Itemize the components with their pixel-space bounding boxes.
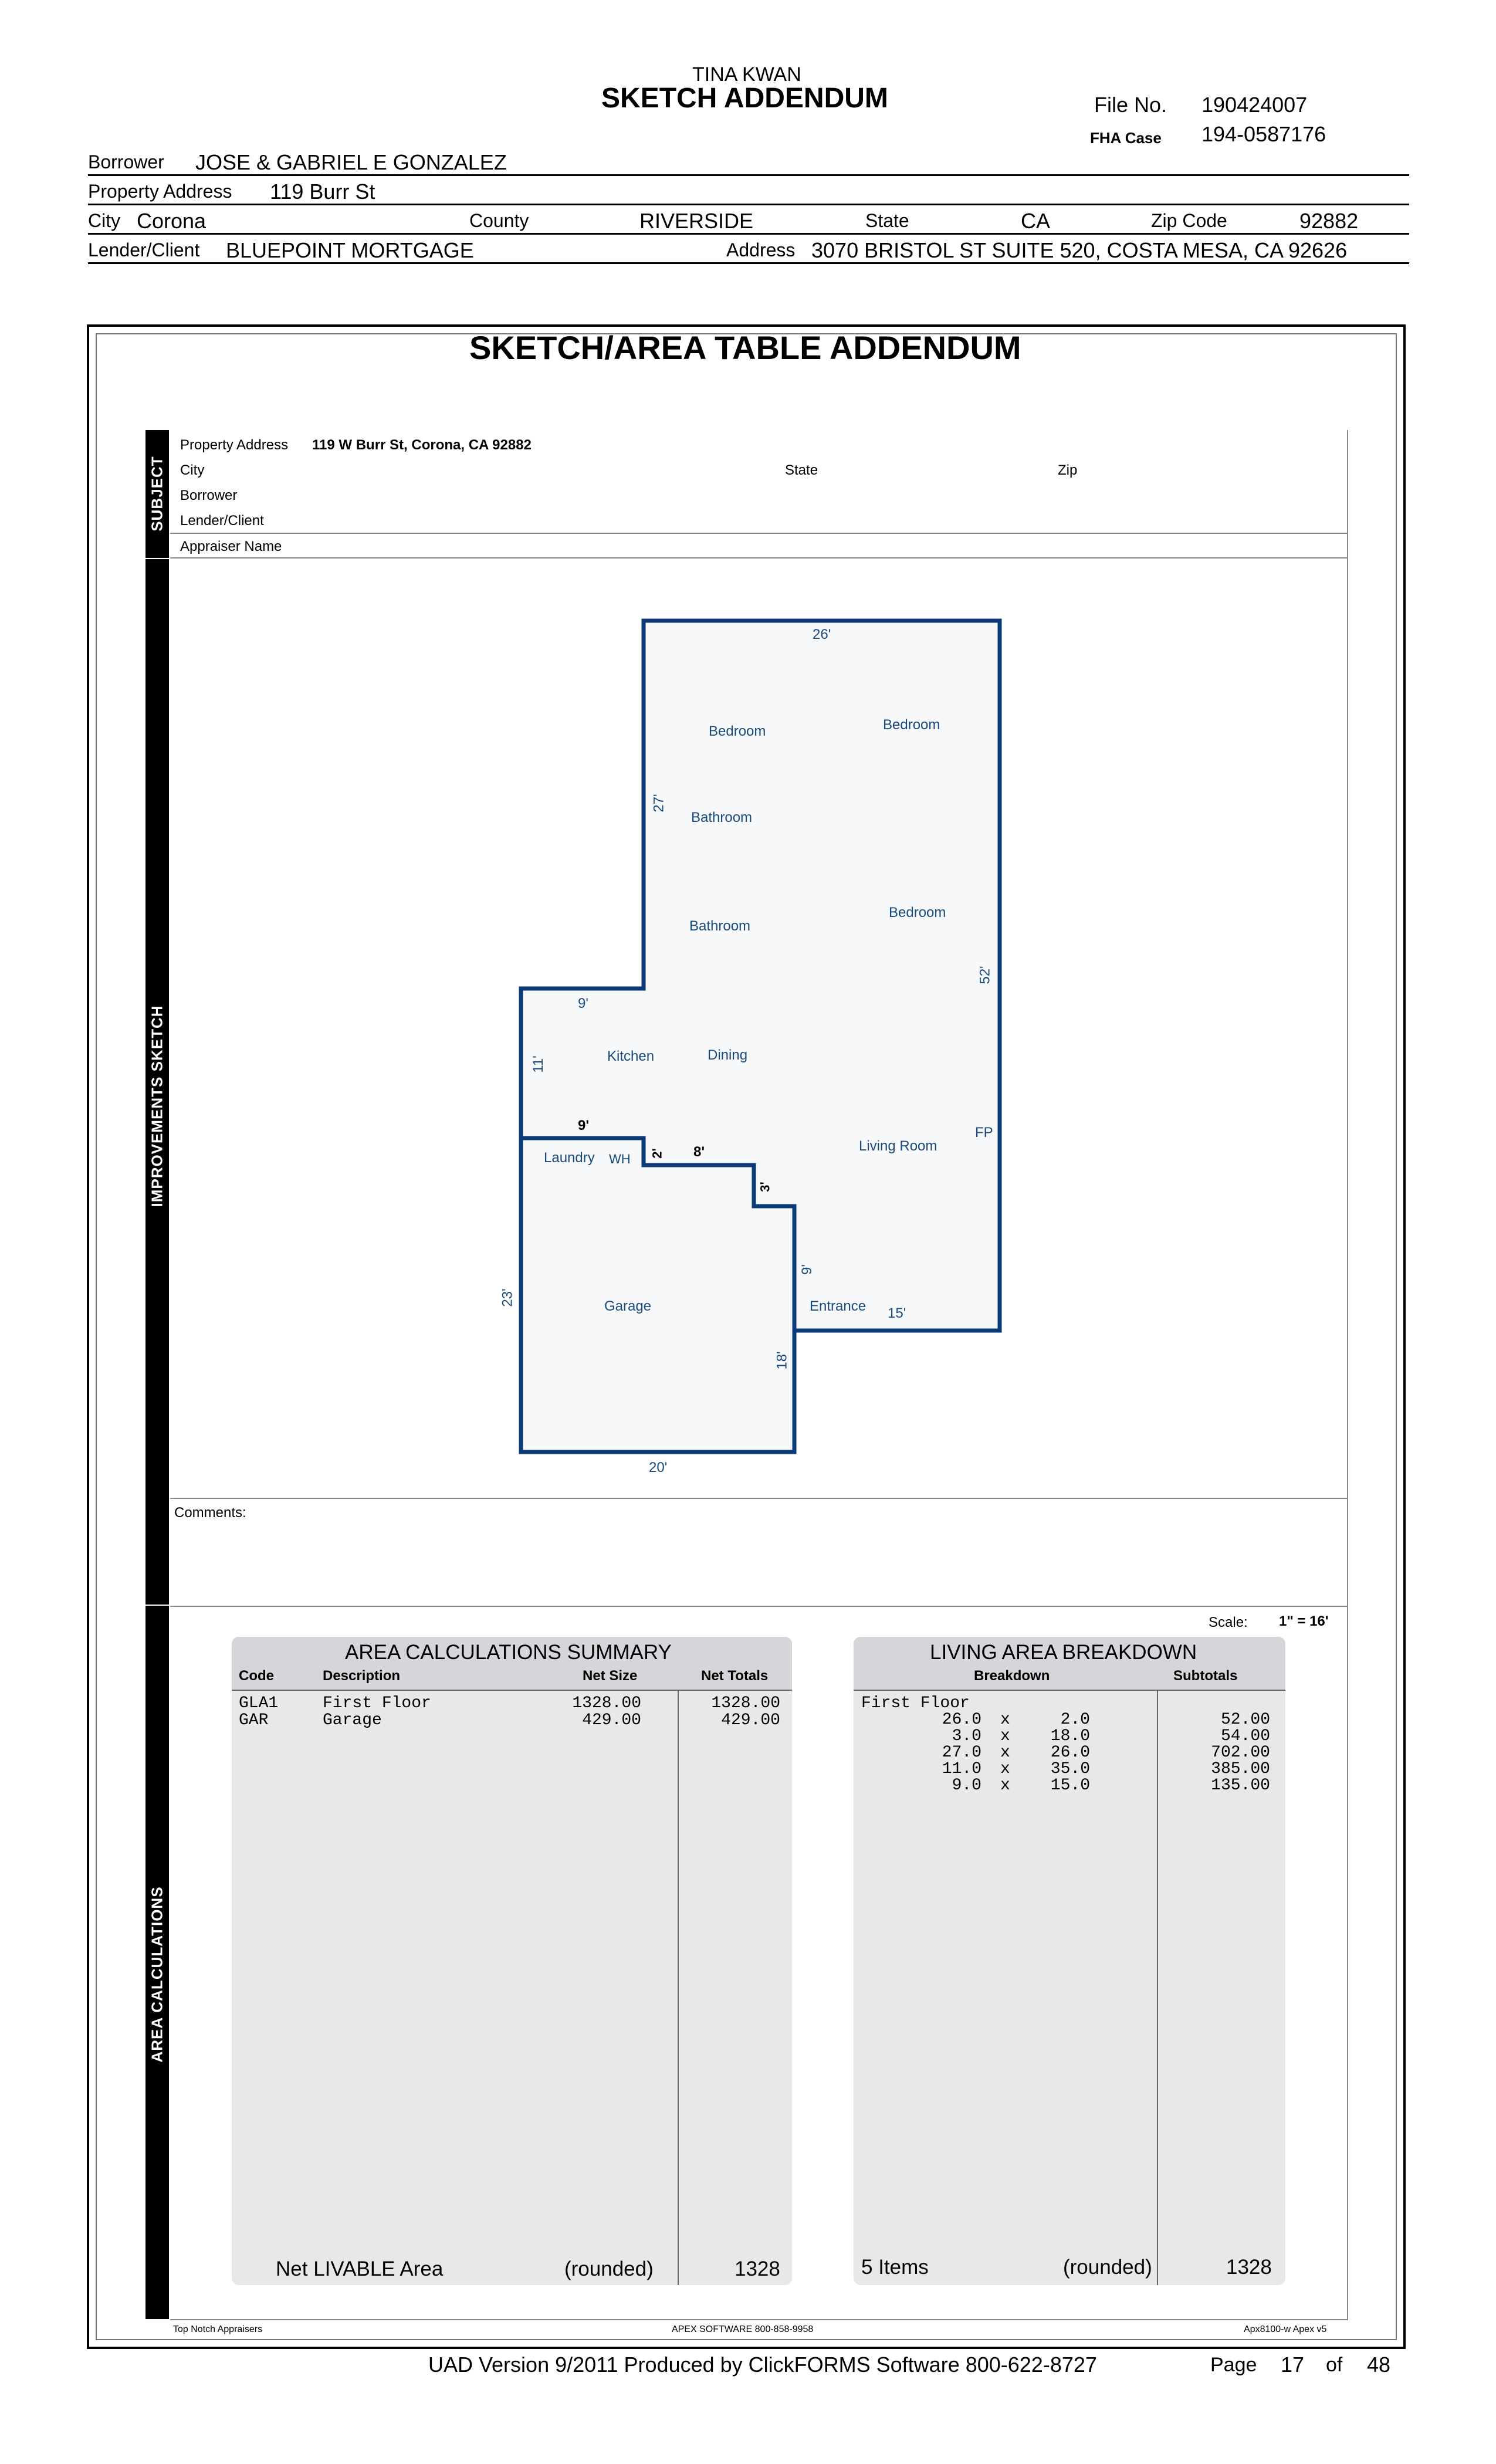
dim-label: 3' — [757, 1182, 773, 1192]
room-label-living-room: Living Room — [859, 1138, 937, 1154]
breakdown-subtotal: 52.00 — [1220, 1711, 1270, 1729]
breakdown-dim-a: 9.0 — [952, 1776, 981, 1795]
room-label-bathroom: Bathroom — [689, 918, 751, 934]
col-header-net-totals: Net Totals — [701, 1668, 769, 1684]
breakdown-dim-b: 35.0 — [1050, 1760, 1090, 1778]
breakdown-dim-b: 18.0 — [1050, 1727, 1090, 1745]
summary-row-code: GAR — [239, 1711, 269, 1729]
summary-row-description: First Floor — [323, 1694, 431, 1712]
summary-row-net-size: 1328.00 — [572, 1694, 641, 1712]
summary-row-description: Garage — [323, 1711, 382, 1729]
dim-label: 15' — [888, 1305, 906, 1321]
room-label-laundry: Laundry — [544, 1150, 595, 1166]
room-label-garage: Garage — [604, 1298, 652, 1314]
form-footer-left: Top Notch Appraisers — [173, 2324, 263, 2334]
room-label-dining: Dining — [708, 1047, 748, 1063]
dim-label: 11' — [530, 1055, 546, 1073]
summary-row-net-size: 429.00 — [582, 1711, 641, 1729]
net-livable-rounded: (rounded) — [564, 2257, 654, 2280]
breakdown-dim-a: 26.0 — [942, 1711, 981, 1729]
summary-column-rule — [678, 1690, 679, 2285]
uad-version: UAD Version 9/2011 Produced by ClickFORM… — [428, 2353, 1097, 2377]
form-footer-rule — [170, 2319, 1348, 2320]
breakdown-dim-a: 11.0 — [942, 1760, 981, 1778]
dim-label: 20' — [649, 1460, 668, 1475]
dim-label: 9' — [798, 1264, 815, 1275]
summary-row-net-total: 1328.00 — [711, 1694, 780, 1712]
col-header-description: Description — [323, 1668, 401, 1684]
of-label: of — [1326, 2354, 1343, 2376]
form-footer-center: APEX SOFTWARE 800-858-9958 — [672, 2324, 814, 2334]
breakdown-dim-a: 27.0 — [942, 1744, 981, 1762]
dim-label: 27' — [651, 794, 667, 813]
page-total: 48 — [1367, 2353, 1391, 2377]
breakdown-total: 1328 — [1226, 2256, 1272, 2279]
breakdown-column-rule — [1157, 1690, 1158, 2285]
form-footer-right: Apx8100-w Apex v5 — [1244, 2324, 1327, 2334]
col-header-net-size: Net Size — [583, 1668, 638, 1684]
dim-label: 26' — [813, 627, 831, 642]
summary-header-rule — [232, 1690, 792, 1691]
breakdown-subtotal: 54.00 — [1220, 1727, 1270, 1745]
net-livable-value: 1328 — [735, 2257, 780, 2280]
page-number: 17 — [1281, 2353, 1305, 2377]
breakdown-rounded: (rounded) — [1063, 2256, 1152, 2279]
room-label-water-heater: WH — [609, 1152, 631, 1166]
breakdown-dim-b: 26.0 — [1050, 1744, 1090, 1762]
breakdown-times: x — [1000, 1760, 1010, 1778]
dim-label: 18' — [774, 1351, 790, 1370]
page-label: Page — [1210, 2354, 1257, 2376]
breakdown-floor-label: First Floor — [861, 1694, 970, 1712]
breakdown-items-count: 5 Items — [861, 2256, 929, 2279]
room-label-fireplace: FP — [975, 1125, 993, 1140]
breakdown-times: x — [1000, 1711, 1010, 1729]
breakdown-times: x — [1000, 1776, 1010, 1795]
col-header-code: Code — [239, 1668, 274, 1684]
col-header-subtotals: Subtotals — [1173, 1668, 1238, 1684]
dim-label: 8' — [693, 1144, 705, 1160]
summary-row-code: GLA1 — [239, 1694, 279, 1712]
breakdown-dim-b: 15.0 — [1050, 1776, 1090, 1795]
room-label-bedroom: Bedroom — [883, 717, 940, 733]
breakdown-subtotal: 702.00 — [1211, 1744, 1270, 1762]
breakdown-times: x — [1000, 1744, 1010, 1762]
room-label-bedroom: Bedroom — [889, 905, 946, 920]
area-summary-box — [232, 1637, 792, 2285]
room-label-bedroom: Bedroom — [709, 723, 766, 739]
room-label-bathroom: Bathroom — [691, 810, 753, 825]
room-label-entrance: Entrance — [810, 1298, 867, 1314]
breakdown-header-rule — [854, 1690, 1285, 1691]
summary-row-net-total: 429.00 — [721, 1711, 780, 1729]
dim-label: 9' — [578, 1118, 590, 1133]
scale-value: 1" = 16' — [1279, 1613, 1329, 1629]
net-livable-label: Net LIVABLE Area — [276, 2257, 444, 2280]
breakdown-times: x — [1000, 1727, 1010, 1745]
dim-label: 2' — [649, 1148, 665, 1159]
dim-label: 52' — [977, 966, 993, 984]
scale-label: Scale: — [1209, 1615, 1248, 1630]
floor-plan-fill — [521, 621, 1000, 1452]
dim-label: 9' — [578, 996, 588, 1011]
breakdown-dim-b: 2.0 — [1060, 1711, 1090, 1729]
living-breakdown-title: LIVING AREA BREAKDOWN — [930, 1641, 1197, 1664]
breakdown-subtotal: 135.00 — [1211, 1776, 1270, 1795]
col-header-breakdown: Breakdown — [974, 1668, 1050, 1684]
breakdown-dim-a: 3.0 — [952, 1727, 981, 1745]
area-summary-title: AREA CALCULATIONS SUMMARY — [345, 1641, 672, 1664]
dim-label: 23' — [499, 1288, 516, 1307]
breakdown-subtotal: 385.00 — [1211, 1760, 1270, 1778]
room-label-kitchen: Kitchen — [607, 1048, 655, 1064]
